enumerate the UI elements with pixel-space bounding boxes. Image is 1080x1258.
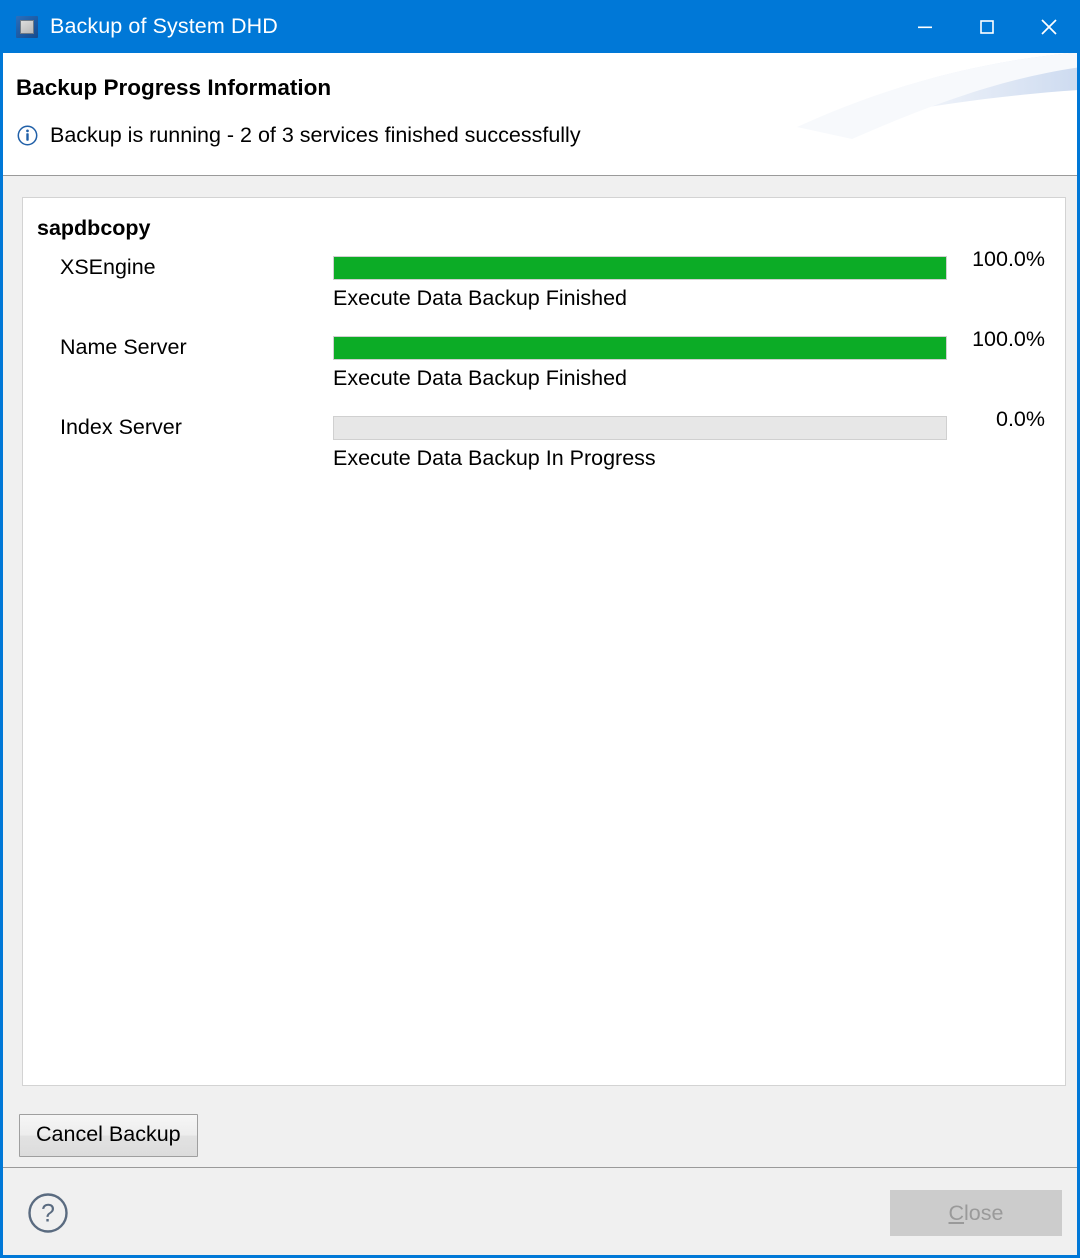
page-title: Backup Progress Information bbox=[16, 75, 332, 100]
close-mnemonic: C bbox=[948, 1200, 965, 1225]
dialog-body: sapdbcopy XSEngine 100.0% Execute Data B… bbox=[3, 176, 1077, 1103]
service-row: XSEngine 100.0% Execute Data Backup Fini… bbox=[23, 246, 1065, 326]
progress-bar-fill bbox=[334, 337, 946, 359]
header-decoration bbox=[797, 53, 1077, 139]
window-controls bbox=[894, 0, 1077, 53]
progress-percent: 100.0% bbox=[972, 327, 1045, 351]
cancel-backup-button[interactable]: Cancel Backup bbox=[19, 1114, 198, 1157]
service-status-text: Execute Data Backup Finished bbox=[333, 366, 627, 390]
service-row: Name Server 100.0% Execute Data Backup F… bbox=[23, 326, 1065, 406]
action-row: Cancel Backup bbox=[3, 1103, 1077, 1167]
progress-percent: 100.0% bbox=[972, 247, 1045, 271]
dialog-header: Backup Progress Information Backup is ru… bbox=[3, 53, 1077, 176]
service-group-label: sapdbcopy bbox=[37, 216, 151, 240]
application-window-icon bbox=[16, 15, 38, 38]
svg-text:?: ? bbox=[41, 1200, 55, 1228]
maximize-button[interactable] bbox=[956, 0, 1018, 53]
close-icon bbox=[1041, 18, 1057, 35]
minimize-icon bbox=[918, 26, 932, 28]
service-name: Name Server bbox=[60, 335, 187, 359]
status-message-text: Backup is running - 2 of 3 services fini… bbox=[50, 123, 581, 147]
close-button-label: Close bbox=[949, 1201, 1004, 1226]
dialog-footer: ? Close bbox=[3, 1167, 1077, 1255]
progress-bar bbox=[333, 336, 947, 360]
service-row: Index Server 0.0% Execute Data Backup In… bbox=[23, 406, 1065, 486]
progress-panel: sapdbcopy XSEngine 100.0% Execute Data B… bbox=[22, 197, 1066, 1086]
progress-percent: 0.0% bbox=[995, 407, 1045, 431]
close-button[interactable]: Close bbox=[890, 1190, 1062, 1236]
backup-progress-dialog: Backup of System DHD Backup Progress Inf… bbox=[0, 0, 1080, 1258]
service-status-text: Execute Data Backup Finished bbox=[333, 286, 627, 310]
maximize-icon bbox=[980, 19, 994, 34]
title-bar[interactable]: Backup of System DHD bbox=[3, 0, 1077, 53]
service-name: XSEngine bbox=[60, 255, 156, 279]
close-window-button[interactable] bbox=[1018, 0, 1077, 53]
service-name: Index Server bbox=[60, 415, 182, 439]
window-title: Backup of System DHD bbox=[50, 14, 278, 38]
progress-bar bbox=[333, 416, 947, 440]
info-icon bbox=[17, 125, 38, 146]
service-status-text: Execute Data Backup In Progress bbox=[333, 446, 656, 470]
progress-bar-fill bbox=[334, 257, 946, 279]
minimize-button[interactable] bbox=[894, 0, 956, 53]
help-button[interactable]: ? bbox=[27, 1192, 69, 1234]
progress-bar bbox=[333, 256, 947, 280]
close-label-rest: lose bbox=[964, 1200, 1004, 1225]
status-message: Backup is running - 2 of 3 services fini… bbox=[17, 123, 581, 148]
